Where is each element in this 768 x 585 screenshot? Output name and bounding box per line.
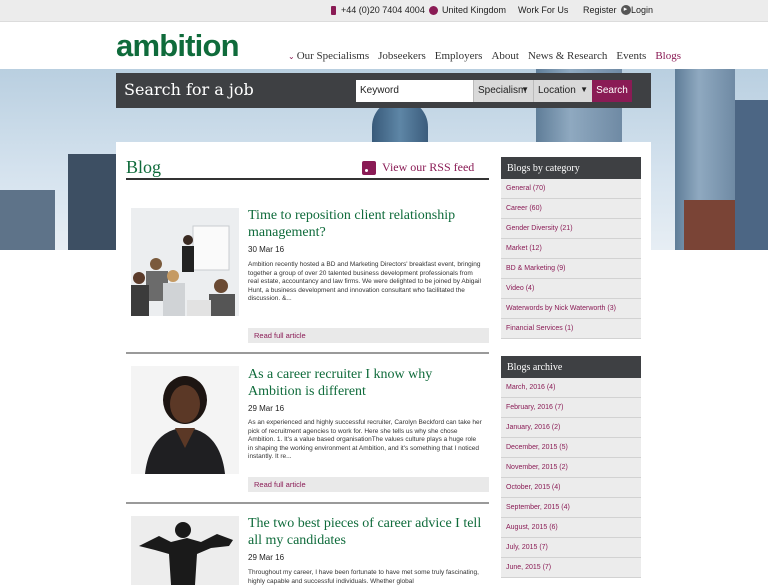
specialism-value: Specialism [478, 85, 527, 96]
article-thumbnail[interactable] [131, 208, 239, 316]
location-select[interactable]: Location ▼ [533, 80, 592, 102]
nav-news-research[interactable]: News & Research [528, 50, 607, 62]
article-excerpt: Ambition recently hosted a BD and Market… [248, 261, 481, 303]
specialism-select[interactable]: Specialism ▼ [473, 80, 533, 102]
title-divider [126, 178, 489, 180]
article-excerpt: As an experienced and highly successful … [248, 419, 482, 461]
region-selector[interactable]: United Kingdom [429, 5, 506, 15]
building [735, 100, 768, 250]
article-date: 30 Mar 16 [248, 245, 285, 254]
category-link[interactable]: BD & Marketing (9) [501, 259, 641, 279]
building [684, 200, 740, 250]
register-link[interactable]: Register ▸ [583, 5, 631, 15]
archive-link[interactable]: July, 2015 (7) [501, 538, 641, 558]
phone-number: +44 (0)20 7404 4004 [341, 5, 425, 15]
article-thumbnail[interactable] [131, 516, 239, 585]
article-date: 29 Mar 16 [248, 553, 285, 562]
rss-feed-link[interactable]: View our RSS feed [362, 160, 474, 175]
nav-blogs[interactable]: Blogs [655, 50, 681, 62]
globe-icon [429, 5, 438, 15]
category-link[interactable]: General (70) [501, 179, 641, 199]
region-label: United Kingdom [442, 5, 507, 15]
phone-icon [330, 5, 337, 15]
read-full-article-link[interactable]: Read full article [248, 477, 489, 492]
category-link[interactable]: Waterwords by Nick Waterworth (3) [501, 299, 641, 319]
phone-link[interactable]: +44 (0)20 7404 4004 [330, 5, 425, 15]
category-link[interactable]: Financial Services (1) [501, 319, 641, 339]
article-excerpt: Throughout my career, I have been fortun… [248, 569, 479, 585]
archive-link[interactable]: December, 2015 (5) [501, 438, 641, 458]
chevron-down-icon: ⌄ [288, 52, 295, 61]
article-divider [126, 352, 489, 354]
archive-link[interactable]: November, 2015 (2) [501, 458, 641, 478]
blog-article: As a career recruiter I know why Ambitio… [126, 362, 489, 502]
read-full-article-link[interactable]: Read full article [248, 328, 489, 343]
archive-link[interactable]: August, 2015 (6) [501, 518, 641, 538]
work-for-us-label: Work For Us [518, 5, 569, 15]
blog-article: Time to reposition client relationship m… [126, 204, 489, 344]
work-for-us-link[interactable]: Work For Us [518, 5, 568, 15]
archive-link[interactable]: February, 2016 (7) [501, 398, 641, 418]
blog-article: The two best pieces of career advice I t… [126, 512, 489, 585]
keyword-input[interactable]: Keyword [356, 80, 473, 102]
search-title: Search for a job [124, 80, 254, 99]
meeting-photo [131, 208, 239, 316]
article-date: 29 Mar 16 [248, 404, 285, 413]
nav-label: Our Specialisms [296, 50, 370, 62]
utility-bar: +44 (0)20 7404 4004 United Kingdom Work … [0, 0, 768, 22]
nav-employers[interactable]: Employers [435, 50, 483, 62]
rss-icon [362, 160, 376, 175]
sidebar-heading: Blogs by category [501, 157, 641, 179]
archive-link[interactable]: September, 2015 (4) [501, 498, 641, 518]
page-title: Blog [126, 157, 162, 177]
rss-label: View our RSS feed [382, 160, 475, 174]
main-nav: ⌄ Our Specialisms Jobseekers Employers Ab… [288, 50, 681, 62]
article-title[interactable]: Time to reposition client relationship m… [248, 207, 483, 241]
register-label: Register [583, 5, 617, 15]
archive-link[interactable]: October, 2015 (4) [501, 478, 641, 498]
category-link[interactable]: Career (60) [501, 199, 641, 219]
search-button[interactable]: Search [592, 80, 632, 102]
caret-down-icon: ▼ [580, 85, 588, 94]
nav-about[interactable]: About [491, 50, 519, 62]
arrow-right-icon: ▸ [620, 5, 631, 15]
archive-link[interactable]: June, 2015 (7) [501, 558, 641, 578]
login-label: Login [631, 5, 654, 15]
article-title[interactable]: As a career recruiter I know why Ambitio… [248, 366, 483, 400]
building [68, 154, 118, 250]
portrait-photo [131, 366, 239, 474]
blogs-archive: Blogs archive March, 2016 (4) February, … [501, 356, 641, 578]
login-link[interactable]: Login [631, 5, 653, 15]
category-link[interactable]: Gender Diversity (21) [501, 219, 641, 239]
article-title[interactable]: The two best pieces of career advice I t… [248, 515, 483, 549]
nav-jobseekers[interactable]: Jobseekers [378, 50, 426, 62]
category-link[interactable]: Video (4) [501, 279, 641, 299]
article-divider [126, 502, 489, 504]
nav-events[interactable]: Events [616, 50, 646, 62]
building [0, 190, 55, 250]
location-value: Location [538, 85, 576, 96]
ambition-logo[interactable]: ambition [116, 28, 240, 64]
nav-our-specialisms[interactable]: ⌄ Our Specialisms [288, 50, 369, 62]
sidebar-heading: Blogs archive [501, 356, 641, 378]
archive-link[interactable]: March, 2016 (4) [501, 378, 641, 398]
archive-link[interactable]: January, 2016 (2) [501, 418, 641, 438]
article-thumbnail[interactable] [131, 366, 239, 474]
blogs-by-category: Blogs by category General (70) Career (6… [501, 157, 641, 339]
category-link[interactable]: Market (12) [501, 239, 641, 259]
caret-down-icon: ▼ [521, 85, 529, 94]
silhouette-photo [131, 516, 239, 585]
